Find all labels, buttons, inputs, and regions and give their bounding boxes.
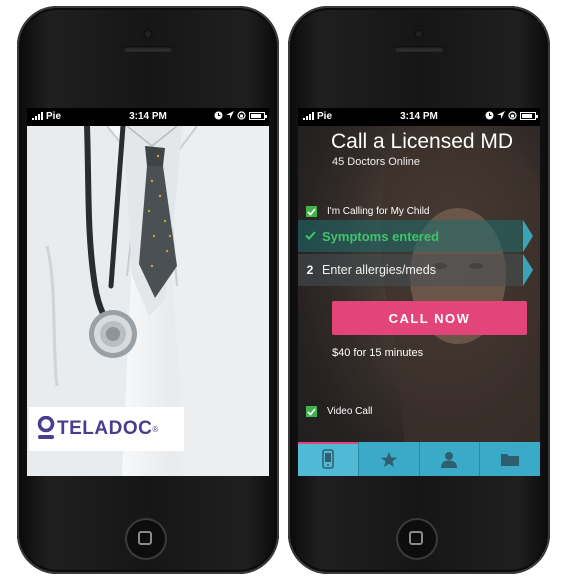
video-call-option[interactable]: Video Call bbox=[306, 406, 372, 417]
phone-right: Pie 3:14 PM Call a Licensed MD 45 Doctor… bbox=[288, 6, 550, 574]
registered-mark: ® bbox=[152, 424, 159, 434]
chevron-right-icon bbox=[523, 220, 533, 252]
rotation-lock-icon bbox=[508, 111, 517, 120]
screen-title: Call a Licensed MD bbox=[331, 130, 514, 153]
front-camera bbox=[143, 29, 153, 39]
video-call-checkbox[interactable] bbox=[306, 406, 317, 417]
symptoms-step-label: Symptoms entered bbox=[322, 228, 440, 244]
call-price: $40 for 15 minutes bbox=[332, 347, 424, 359]
allergies-step[interactable]: 2 Enter allergies/meds bbox=[298, 254, 533, 286]
clock-icon bbox=[485, 111, 494, 120]
child-checkbox[interactable] bbox=[306, 206, 317, 217]
allergies-step-label: Enter allergies/meds bbox=[322, 263, 436, 277]
clock-icon bbox=[214, 111, 223, 120]
phone-left: Pie 3:14 PM TELADOC ® bbox=[17, 6, 279, 574]
doctors-online-count: 45 Doctors Online bbox=[332, 156, 421, 168]
earpiece-speaker bbox=[123, 46, 173, 52]
teladoc-logo-mark-icon bbox=[37, 416, 55, 439]
folder-icon bbox=[501, 453, 520, 466]
teladoc-wordmark: TELADOC bbox=[57, 418, 153, 439]
location-icon bbox=[226, 111, 234, 119]
tab-bar bbox=[298, 442, 540, 476]
tab-call[interactable] bbox=[298, 442, 359, 476]
rotation-lock-icon bbox=[237, 111, 246, 120]
star-icon bbox=[380, 451, 397, 467]
battery-icon bbox=[249, 111, 267, 120]
call-md-screen: Pie 3:14 PM Call a Licensed MD 45 Doctor… bbox=[298, 108, 540, 476]
checkmark-icon bbox=[304, 231, 316, 240]
teladoc-logo: TELADOC ® bbox=[29, 407, 184, 451]
tab-profile[interactable] bbox=[420, 442, 481, 476]
earpiece-speaker bbox=[394, 46, 444, 52]
tab-favorites[interactable] bbox=[359, 442, 420, 476]
home-button[interactable] bbox=[125, 518, 167, 560]
video-call-label: Video Call bbox=[327, 406, 373, 417]
splash-screen: Pie 3:14 PM TELADOC ® bbox=[27, 108, 269, 476]
chevron-right-icon bbox=[523, 254, 533, 286]
status-bar: Pie 3:14 PM bbox=[27, 108, 269, 126]
step-number: 2 bbox=[306, 263, 314, 277]
child-option-label: I'm Calling for My Child bbox=[327, 206, 430, 217]
phone-icon bbox=[322, 449, 334, 469]
status-bar: Pie 3:14 PM bbox=[298, 108, 540, 126]
front-camera bbox=[414, 29, 424, 39]
tab-records[interactable] bbox=[480, 442, 540, 476]
person-icon bbox=[441, 451, 458, 468]
checkmark-icon bbox=[307, 207, 316, 216]
call-now-button[interactable]: CALL NOW bbox=[332, 301, 527, 335]
battery-icon bbox=[520, 111, 538, 120]
checkmark-icon bbox=[307, 407, 316, 416]
calling-for-child-option[interactable]: I'm Calling for My Child bbox=[306, 206, 430, 217]
home-button[interactable] bbox=[396, 518, 438, 560]
symptoms-step[interactable]: Symptoms entered bbox=[298, 220, 533, 252]
location-icon bbox=[497, 111, 505, 119]
